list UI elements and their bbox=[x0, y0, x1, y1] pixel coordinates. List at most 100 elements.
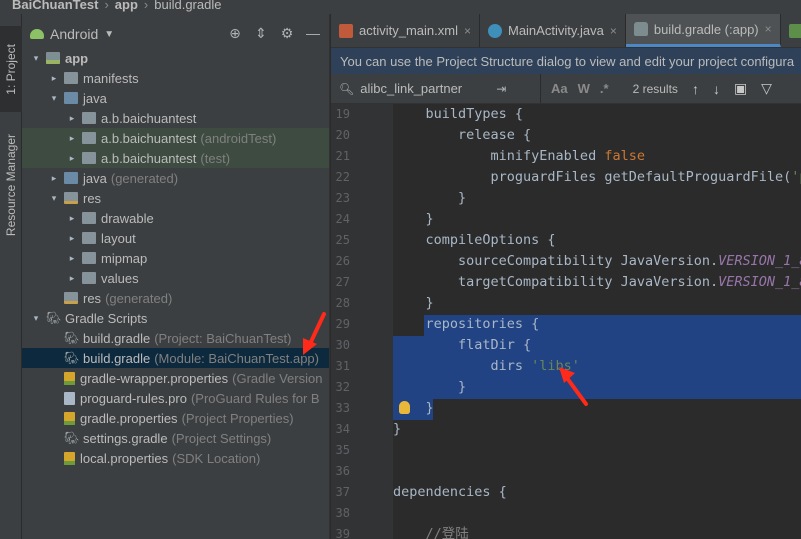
expand-right-icon[interactable]: ▸ bbox=[66, 133, 78, 144]
folder-icon bbox=[82, 232, 96, 244]
tree-item[interactable]: ▸ drawable bbox=[22, 208, 329, 228]
editor-tab[interactable]: MainActivity.java × bbox=[480, 14, 626, 47]
code-token: VERSION_1_8 bbox=[718, 253, 801, 269]
code-text: } bbox=[393, 419, 401, 440]
code-line: 32 } bbox=[331, 377, 801, 398]
expand-down-icon[interactable]: ▾ bbox=[48, 93, 60, 104]
tree-item[interactable]: ▾ res bbox=[22, 188, 329, 208]
project-tree: ▾ app ▸ manifests ▾ java ▸ a.b.baichuantest ▸ a.b… bbox=[22, 48, 329, 468]
tree-item[interactable]: local.properties (SDK Location) bbox=[22, 448, 329, 468]
minimize-icon[interactable]: — bbox=[305, 25, 321, 41]
close-icon[interactable]: × bbox=[610, 24, 617, 38]
tree-item[interactable]: ▾ app bbox=[22, 48, 329, 68]
tree-item[interactable]: ▾ 🐘︎ Gradle Scripts bbox=[22, 308, 329, 328]
code-token: release { bbox=[393, 127, 532, 143]
folder-blue-icon bbox=[64, 92, 78, 104]
breadcrumb-project[interactable]: BaiChuanTest bbox=[12, 0, 98, 12]
folder-res-icon bbox=[64, 192, 78, 204]
whole-word-toggle[interactable]: W bbox=[578, 81, 590, 96]
code-token: 'p bbox=[791, 169, 801, 185]
tree-item[interactable]: 🐘︎ settings.gradle (Project Settings) bbox=[22, 428, 329, 448]
tree-item[interactable]: gradle.properties (Project Properties) bbox=[22, 408, 329, 428]
tree-item[interactable]: ▸ values bbox=[22, 268, 329, 288]
code-line: 26 sourceCompatibility JavaVersion.VERSI… bbox=[331, 251, 801, 272]
gear-icon[interactable]: ⚙ bbox=[279, 25, 295, 41]
code-token: dirs bbox=[393, 358, 532, 374]
expand-right-icon[interactable]: ▸ bbox=[48, 173, 60, 184]
code-token: //登陆 bbox=[393, 526, 469, 539]
code-text: dirs 'libs' bbox=[393, 356, 580, 377]
expand-right-icon[interactable]: ▸ bbox=[48, 73, 60, 84]
code-line: 31 dirs 'libs' bbox=[331, 356, 801, 377]
line-number: 29 bbox=[335, 317, 350, 331]
code-line: 37 dependencies { bbox=[331, 482, 801, 503]
code-token: 'libs' bbox=[531, 358, 580, 374]
tree-item[interactable]: ▸ layout bbox=[22, 228, 329, 248]
breadcrumb-module[interactable]: app bbox=[115, 0, 138, 12]
tree-item-hint: (generated) bbox=[105, 290, 173, 306]
props-icon bbox=[64, 411, 75, 425]
code-line: 34} bbox=[331, 419, 801, 440]
tree-item[interactable]: proguard-rules.pro (ProGuard Rules for B bbox=[22, 388, 329, 408]
arrow-up-icon[interactable]: ↑ bbox=[692, 81, 699, 97]
tree-item[interactable]: gradle-wrapper.properties (Gradle Version bbox=[22, 368, 329, 388]
match-case-toggle[interactable]: Aa bbox=[551, 81, 568, 96]
code-token: false bbox=[604, 148, 645, 164]
tree-item-label: a.b.baichuantest bbox=[101, 110, 197, 126]
code-editor[interactable]: 19 buildTypes {20 release {21 minifyEnab… bbox=[331, 104, 801, 539]
tree-item[interactable]: ▾ java bbox=[22, 88, 329, 108]
tree-item[interactable]: 🐘︎ build.gradle (Project: BaiChuanTest) bbox=[22, 328, 329, 348]
close-icon[interactable]: × bbox=[765, 22, 772, 36]
filter-icon[interactable]: ▽ bbox=[761, 80, 772, 97]
tree-item[interactable]: ▸ java (generated) bbox=[22, 168, 329, 188]
search-results-count: 2 results bbox=[632, 81, 678, 96]
tree-item-hint: (SDK Location) bbox=[172, 450, 261, 466]
code-line: 22 proguardFiles getDefaultProguardFile(… bbox=[331, 167, 801, 188]
tree-item-label: res bbox=[83, 290, 102, 306]
editor-tab-bar: activity_main.xml × MainActivity.java × buil… bbox=[331, 14, 801, 48]
locate-icon[interactable]: ⊕ bbox=[227, 25, 243, 41]
tree-item[interactable]: res (generated) bbox=[22, 288, 329, 308]
expand-right-icon[interactable]: ▸ bbox=[66, 213, 78, 224]
editor-tab[interactable]: build.gradle (:app) × bbox=[625, 14, 781, 47]
expand-right-icon[interactable]: ▸ bbox=[66, 153, 78, 164]
module-icon bbox=[46, 52, 60, 64]
select-all-occurrences-icon[interactable]: ▣ bbox=[734, 80, 747, 97]
tree-item[interactable]: ▸ a.b.baichuantest (test) bbox=[22, 148, 329, 168]
tree-item[interactable]: ▸ a.b.baichuantest (androidTest) bbox=[22, 128, 329, 148]
code-token: repositories { bbox=[393, 316, 540, 332]
line-number: 32 bbox=[335, 380, 350, 394]
expand-down-icon[interactable]: ▾ bbox=[48, 193, 60, 204]
project-tool-tab[interactable]: 1: Project bbox=[0, 26, 22, 112]
tree-item[interactable]: 🐘︎ build.gradle (Module: BaiChuanTest.app) bbox=[22, 348, 329, 368]
code-line: 20 release { bbox=[331, 125, 801, 146]
arrow-down-icon[interactable]: ↓ bbox=[713, 81, 720, 97]
code-text: proguardFiles getDefaultProguardFile('p bbox=[393, 167, 801, 188]
collapse-all-icon[interactable]: ⇕ bbox=[253, 25, 269, 41]
tree-item[interactable]: ▸ mipmap bbox=[22, 248, 329, 268]
expand-right-icon[interactable]: ▸ bbox=[66, 253, 78, 264]
project-panel-tools: ⊕ ⇕ ⚙ — bbox=[227, 25, 321, 42]
regex-toggle[interactable]: .* bbox=[600, 81, 609, 96]
tree-item[interactable]: ▸ manifests bbox=[22, 68, 329, 88]
breadcrumb-file[interactable]: build.gradle bbox=[154, 0, 221, 12]
tree-item[interactable]: ▸ a.b.baichuantest bbox=[22, 108, 329, 128]
tree-item-label: build.gradle bbox=[83, 350, 151, 366]
expand-right-icon[interactable]: ▸ bbox=[66, 233, 78, 244]
expand-down-icon[interactable]: ▾ bbox=[30, 53, 42, 64]
editor-tab-label: activity_main.xml bbox=[359, 23, 458, 38]
project-view-select[interactable]: Android ▼ bbox=[30, 26, 114, 42]
close-icon[interactable]: × bbox=[464, 24, 471, 38]
expand-right-icon[interactable]: ▸ bbox=[66, 113, 78, 124]
editor-tab[interactable]: activity_main.xml × bbox=[331, 14, 480, 47]
clear-icon[interactable]: ⇥ bbox=[496, 82, 506, 96]
editor-tab[interactable] bbox=[781, 14, 801, 47]
search-input[interactable] bbox=[360, 81, 491, 96]
expand-right-icon[interactable]: ▸ bbox=[66, 273, 78, 284]
tree-item-hint: (androidTest) bbox=[200, 130, 277, 146]
expand-down-icon[interactable]: ▾ bbox=[30, 313, 42, 324]
code-line: 21 minifyEnabled false bbox=[331, 146, 801, 167]
folder-icon bbox=[82, 212, 96, 224]
resource-manager-tab[interactable]: Resource Manager bbox=[0, 120, 22, 250]
code-text: buildTypes { bbox=[393, 104, 524, 125]
